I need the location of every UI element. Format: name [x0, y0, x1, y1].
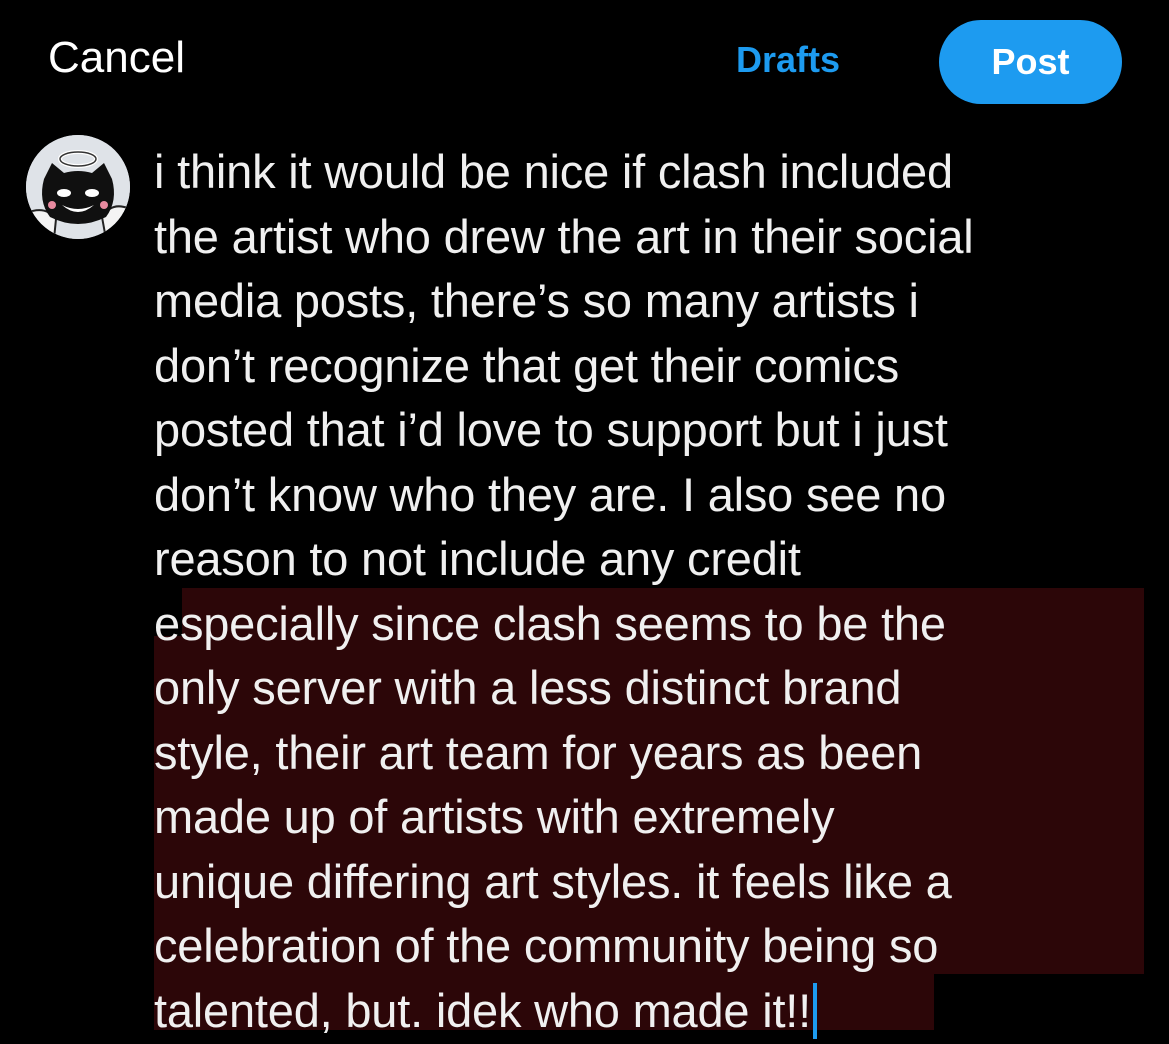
text-line: reason to not include any credit [154, 532, 801, 585]
cancel-button[interactable]: Cancel [48, 30, 185, 86]
post-text-input[interactable]: i think it would be nice if clash includ… [154, 140, 1144, 1043]
text-line: the artist who drew the art in their soc… [154, 209, 974, 263]
post-button[interactable]: Post [939, 20, 1122, 104]
text-line: media posts, there’s so many artists i [154, 274, 919, 327]
text-cursor [813, 982, 818, 1039]
avatar[interactable] [26, 135, 130, 239]
text-line: only server with a less distinct brand [154, 661, 902, 714]
text-line: don’t know who they are. I also see no [154, 467, 946, 521]
post-composer[interactable]: i think it would be nice if clash includ… [154, 140, 1144, 1039]
text-line: style, their art team for years as been [154, 725, 923, 779]
text-line: don’t recognize that get their comics [154, 338, 899, 392]
drafts-button[interactable]: Drafts [736, 36, 840, 84]
cat-avatar-icon [26, 135, 130, 239]
text-line: posted that i’d love to support but i ju… [154, 403, 948, 456]
text-line: unique differing art styles. it feels li… [154, 854, 952, 908]
compose-header: Cancel Drafts Post [0, 0, 1169, 120]
text-line: especially since clash seems to be the [154, 596, 946, 650]
text-line-last: talented, but. idek who made it!! [154, 979, 1144, 1044]
text-line: made up of artists with extremely [154, 790, 835, 843]
text-line: celebration of the community being so [154, 919, 939, 972]
text-line: talented, but. idek who made it!! [154, 983, 812, 1037]
text-line: i think it would be nice if clash includ… [154, 145, 953, 198]
